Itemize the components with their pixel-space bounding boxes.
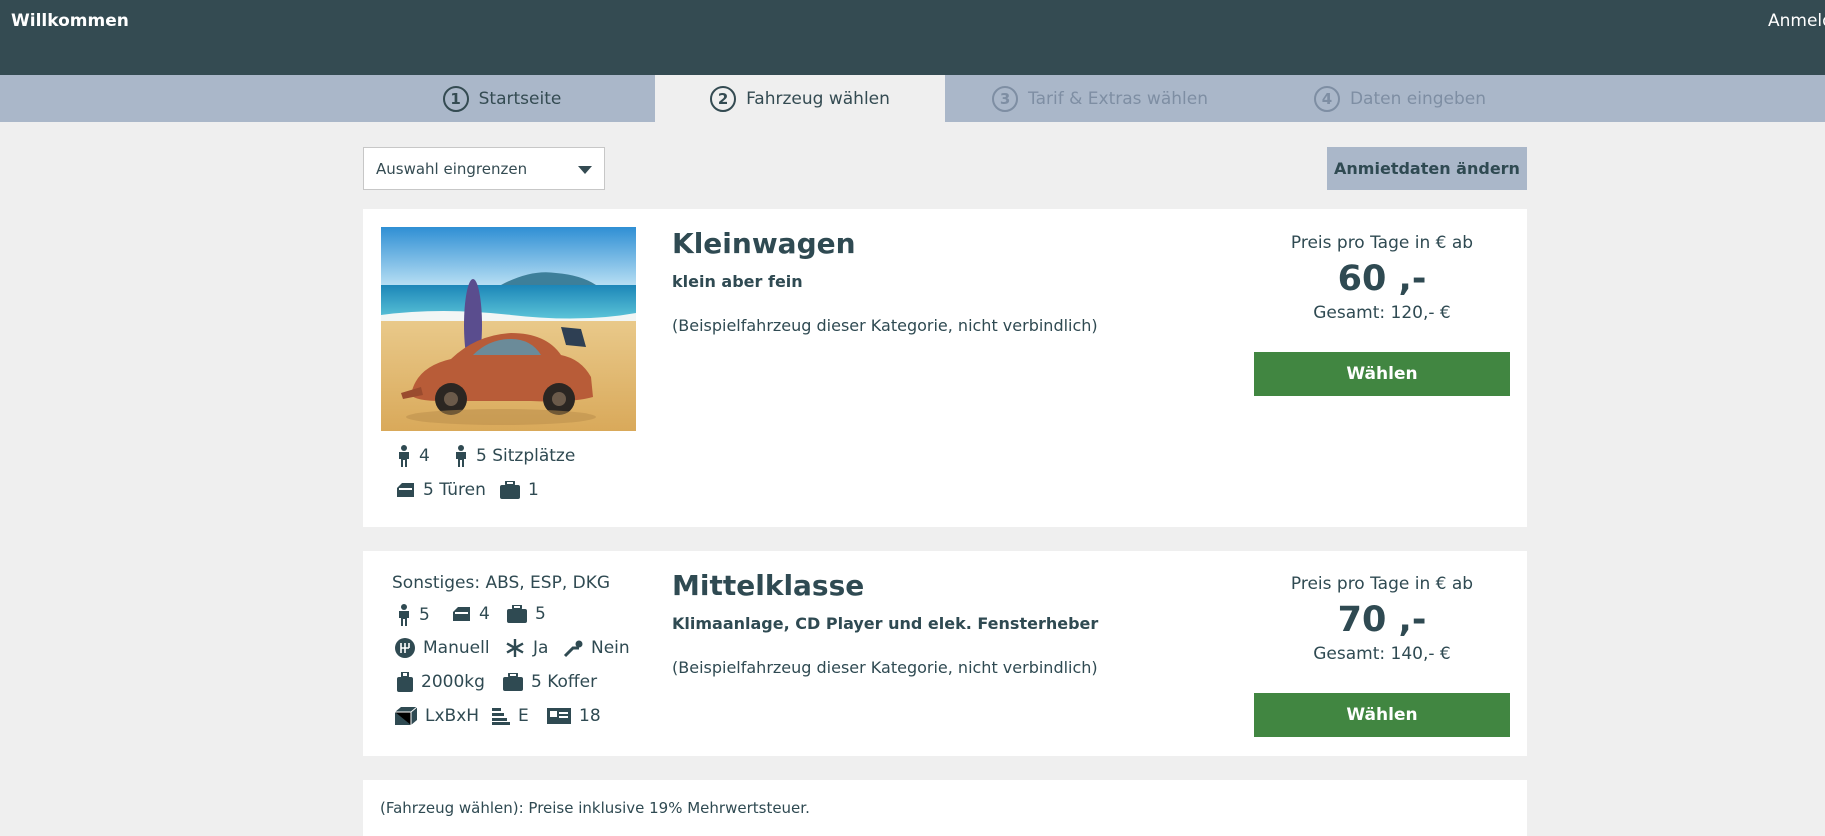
feature-dimensions: LxBxH [395,706,479,726]
step-label: Startseite [478,88,562,109]
feature-value: 2000kg [421,672,485,692]
feature-ac: Ja [505,638,548,658]
car-image [381,227,636,431]
car-door-icon [397,483,414,497]
filter-label: Auswahl eingrenzen [376,159,528,178]
feature-suitcases: 5 Koffer [503,672,597,692]
feature-value: 4 [479,604,490,624]
change-rental-data-button[interactable]: Anmietdaten ändern [1327,147,1527,190]
box-icon [395,707,417,725]
feature-value: Sonstiges: ABS, ESP, DKG [392,573,611,593]
suitcase-icon [503,673,523,691]
feature-value: 18 [579,706,601,726]
feature-value: E [518,706,529,726]
step-data: 4 Daten eingeben [1255,75,1545,122]
step-number-icon: 4 [1313,85,1340,112]
trailer-hitch-icon [563,640,583,658]
energy-class-icon [492,708,510,725]
price-label: Preis pro Tage in € ab [1290,233,1474,253]
step-tariff: 3 Tarif & Extras wählen [945,75,1255,122]
feature-persons: 5 [397,604,430,626]
car-door-icon [453,607,470,621]
feature-luggage: 5 [507,604,546,624]
login-link[interactable]: Anmelden [1768,11,1825,31]
gearshift-icon [395,638,415,658]
price-block: Preis pro Tage in € ab 70 ,- Gesamt: 140… [1254,574,1510,664]
person-icon [456,445,466,467]
price-info-card: (Fahrzeug wählen): Preise inklusive 19% … [363,780,1527,836]
feature-value: Manuell [423,638,490,658]
filter-dropdown[interactable]: Auswahl eingrenzen [363,147,605,190]
feature-value: 5 [535,604,546,624]
feature-seats: 5 Sitzplätze [454,445,575,467]
choose-button[interactable]: Wählen [1254,352,1510,396]
feature-luggage: 1 [500,480,539,500]
feature-value: 1 [528,480,539,500]
price-value: 60 ,- [1337,259,1427,299]
vehicle-subtitle: Klimaanlage, CD Player und elek. Fenster… [672,614,1099,633]
feature-value: LxBxH [425,706,480,726]
feature-value: 5 Koffer [531,672,598,692]
progress-steps: 1 Startseite 2 Fahrzeug wählen 3 Tarif &… [0,75,1825,122]
vehicle-note: (Beispielfahrzeug dieser Kategorie, nich… [672,316,1098,335]
price-block: Preis pro Tage in € ab 60 ,- Gesamt: 120… [1254,233,1510,323]
vehicle-title: Kleinwagen [672,227,856,260]
price-total: Gesamt: 140,- € [1313,644,1451,664]
feature-value: Ja [533,638,549,658]
feature-value: 4 [419,446,430,466]
feature-weight: 2000kg [397,672,485,692]
feature-gear: Manuell [395,638,490,658]
vehicle-card: Kleinwagen klein aber fein (Beispielfahr… [363,209,1527,527]
top-bar: Willkommen Anmelden [0,0,1825,75]
vehicle-note: (Beispielfahrzeug dieser Kategorie, nich… [672,658,1098,677]
step-label: Daten eingeben [1349,88,1487,109]
feature-doors: 4 [451,604,490,624]
step-label: Fahrzeug wählen [746,88,890,109]
suitcase-icon [500,481,520,499]
feature-class: E [492,706,529,726]
price-total: Gesamt: 120,- € [1313,303,1451,323]
step-number-icon: 1 [442,85,469,112]
choose-button[interactable]: Wählen [1254,693,1510,737]
feature-value: 5 Sitzplätze [476,446,576,466]
snowflake-icon [506,639,524,657]
feature-doors: 5 Türen [395,480,486,500]
person-icon [399,445,409,467]
price-value: 70 ,- [1337,600,1427,640]
id-card-icon [547,708,571,724]
vehicle-title: Mittelklasse [672,569,865,602]
weight-icon [397,672,413,692]
step-home[interactable]: 1 Startseite [349,75,655,122]
vehicle-card: Sonstiges: ABS, ESP, DKG 5 4 5 Manuell J… [363,551,1527,756]
vehicle-subtitle: klein aber fein [672,272,803,291]
suitcase-icon [507,605,527,623]
welcome-text: Willkommen [11,11,129,31]
step-number-icon: 3 [992,85,1019,112]
step-number-icon: 2 [710,85,737,112]
feature-value: Nein [591,638,630,658]
person-icon [399,604,409,626]
step-vehicle[interactable]: 2 Fahrzeug wählen [655,75,945,122]
feature-other: Sonstiges: ABS, ESP, DKG [392,573,610,593]
feature-trailer: Nein [563,638,630,658]
feature-value: 5 [419,605,430,625]
vat-note: (Fahrzeug wählen): Preise inklusive 19% … [380,799,810,817]
feature-age: 18 [547,706,601,726]
feature-value: 5 Türen [423,480,486,500]
price-label: Preis pro Tage in € ab [1290,574,1474,594]
step-label: Tarif & Extras wählen [1028,88,1208,109]
chevron-down-icon [578,166,592,174]
feature-persons: 4 [397,445,430,467]
